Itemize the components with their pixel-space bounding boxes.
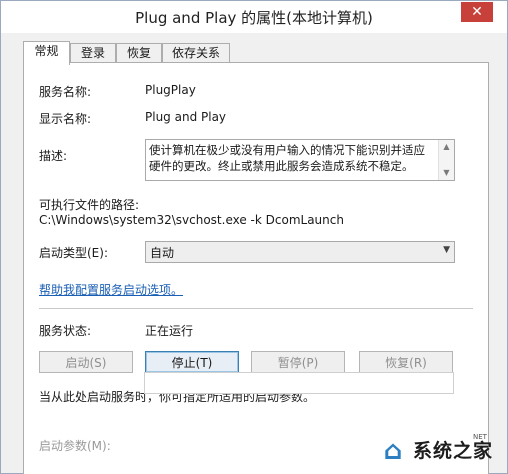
general-panel: 服务名称: PlugPlay 显示名称: Plug and Play 描述: 使… [23,62,489,474]
start-params-input[interactable] [144,372,454,394]
window-title: Plug and Play 的属性(本地计算机) [135,9,373,27]
title-bar[interactable]: Plug and Play 的属性(本地计算机) ✕ [1,1,507,33]
start-button[interactable]: 启动(S) [39,351,133,373]
house-logo-icon: ⌂ [383,436,403,466]
resume-button[interactable]: 恢复(R) [359,351,453,373]
tab-dependencies[interactable]: 依存关系 [162,43,230,63]
description-text: 使计算机在极少或没有用户输入的情况下能识别并适应硬件的更改。终止或禁用此服务会造… [149,143,425,173]
divider [39,308,473,309]
service-name-label: 服务名称: [39,85,92,99]
exe-path-value: C:\Windows\system32\svchost.exe -k DcomL… [39,213,344,227]
startup-type-label: 启动类型(E): [39,246,108,260]
description-label: 描述: [39,149,68,163]
watermark-logo: ⌂ 系统之家 NET [373,433,501,469]
description-box[interactable]: 使计算机在极少或没有用户输入的情况下能识别并适应硬件的更改。终止或禁用此服务会造… [145,139,455,181]
tab-logon[interactable]: 登录 [70,43,116,63]
tab-general[interactable]: 常规 [23,41,70,65]
scroll-down-arrow-icon[interactable]: ▼ [439,166,454,180]
startup-type-select[interactable]: 自动 ▼ [145,241,455,263]
description-scrollbar[interactable]: ▲ ▼ [438,140,454,180]
exe-path-label: 可执行文件的路径: [39,198,140,212]
help-configure-link[interactable]: 帮助我配置服务启动选项。 [39,281,183,298]
display-name-label: 显示名称: [39,112,92,126]
startup-type-value: 自动 [150,246,175,260]
stop-button[interactable]: 停止(T) [145,351,239,373]
watermark-sub: NET [473,433,487,441]
properties-window: Plug and Play 的属性(本地计算机) ✕ 常规 登录 恢复 依存关系… [0,0,508,474]
status-value: 正在运行 [145,324,194,338]
pause-button[interactable]: 暂停(P) [251,351,345,373]
tab-recovery[interactable]: 恢复 [116,43,162,63]
status-label: 服务状态: [39,324,92,338]
service-name-value: PlugPlay [145,83,196,97]
scroll-up-arrow-icon[interactable]: ▲ [439,140,454,154]
close-button[interactable]: ✕ [461,2,493,22]
start-params-label: 启动参数(M): [39,439,111,453]
chevron-down-icon: ▼ [443,245,450,255]
display-name-value: Plug and Play [145,110,227,124]
